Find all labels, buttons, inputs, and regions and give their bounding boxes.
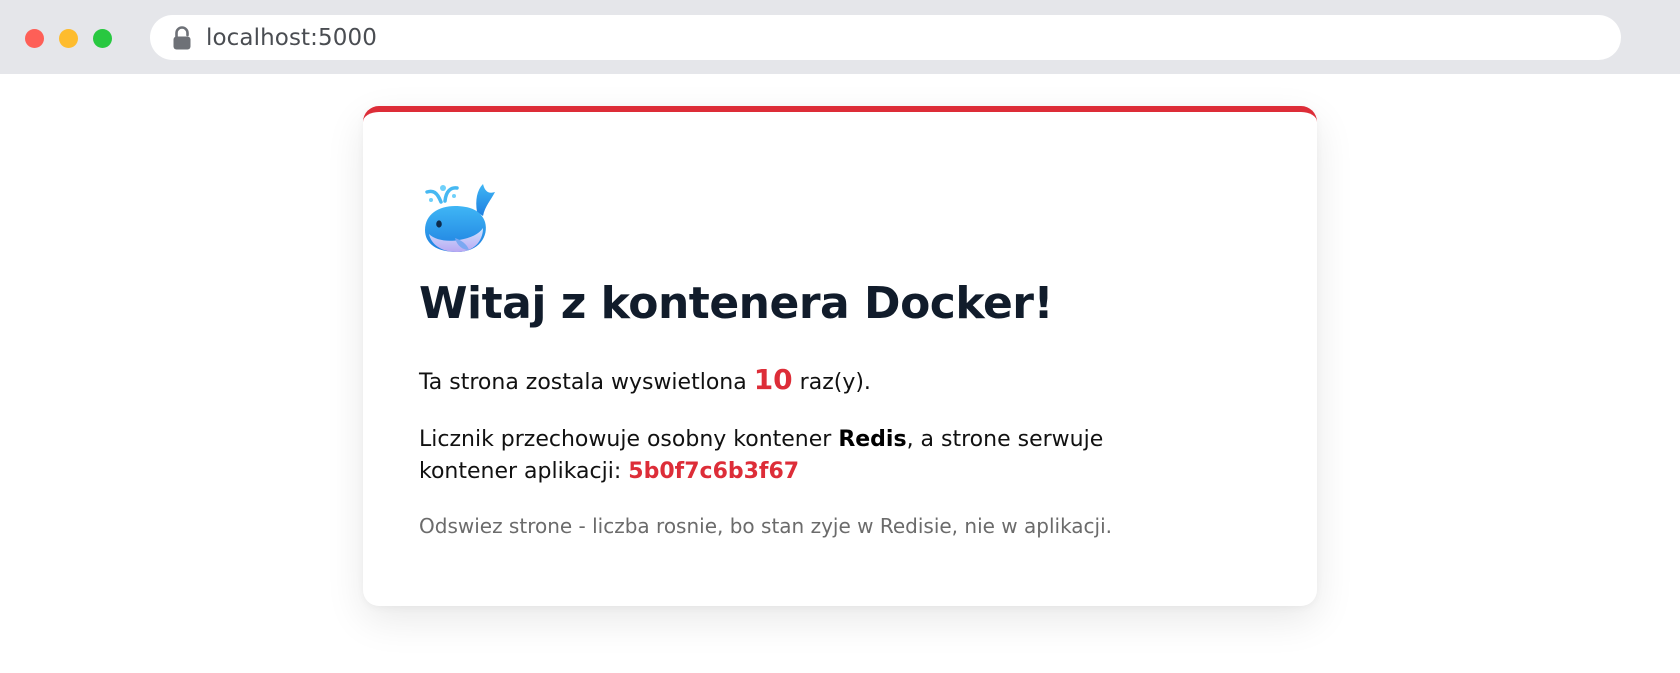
redis-prefix: Licznik przechowuje osobny kontener: [419, 427, 839, 452]
maximize-window-button[interactable]: [93, 29, 112, 48]
browser-toolbar: localhost:5000: [0, 0, 1680, 74]
close-window-button[interactable]: [25, 29, 44, 48]
url-text: localhost:5000: [206, 24, 377, 51]
lock-icon: [172, 25, 192, 50]
view-count-value: 10: [753, 363, 793, 396]
redis-info-text: Licznik przechowuje osobny kontener Redi…: [419, 424, 1189, 488]
count-prefix: Ta strona zostala wyswietlona: [419, 370, 754, 395]
minimize-window-button[interactable]: [59, 29, 78, 48]
welcome-card: Witaj z kontenera Docker! Ta strona zost…: [363, 106, 1317, 606]
refresh-note: Odswiez strone - liczba rosnie, bo stan …: [419, 514, 1113, 538]
view-count-text: Ta strona zostala wyswietlona 10 raz(y).: [419, 364, 1219, 399]
page-title: Witaj z kontenera Docker!: [419, 278, 1054, 329]
whale-icon: [419, 180, 497, 256]
redis-label: Redis: [838, 427, 907, 452]
container-id: 5b0f7c6b3f67: [628, 459, 800, 484]
address-bar[interactable]: localhost:5000: [150, 15, 1621, 60]
count-suffix: raz(y).: [792, 370, 871, 395]
